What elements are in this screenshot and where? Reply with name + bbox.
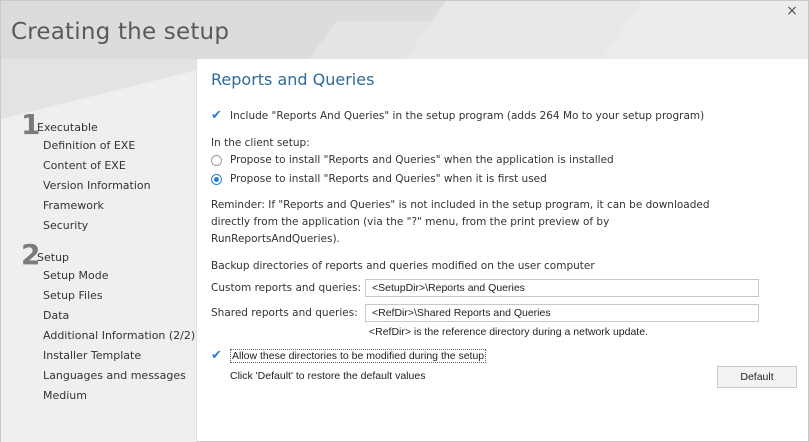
- install-on-first-use-radio[interactable]: [211, 174, 222, 185]
- sidebar-item-data[interactable]: Data: [43, 309, 69, 322]
- include-reports-label: Include "Reports And Queries" in the set…: [230, 110, 705, 122]
- sidebar-item-setup-mode[interactable]: Setup Mode: [43, 269, 108, 282]
- sidebar-item-content-of-exe[interactable]: Content of EXE: [43, 159, 126, 172]
- include-reports-checkbox[interactable]: ✔: [211, 109, 223, 122]
- custom-reports-field[interactable]: <SetupDir>\Reports and Queries: [365, 279, 759, 297]
- step-label-executable: Executable: [37, 121, 98, 134]
- allow-modify-checkbox[interactable]: ✔: [211, 349, 223, 362]
- page-title: Reports and Queries: [211, 70, 375, 89]
- sidebar-item-framework[interactable]: Framework: [43, 199, 104, 212]
- install-on-first-use-label: Propose to install "Reports and Queries"…: [230, 173, 547, 185]
- sidebar-item-languages-and-messages[interactable]: Languages and messages: [43, 369, 186, 382]
- setup-window: Creating the setup × 1 Executable Defini…: [0, 0, 809, 442]
- custom-reports-label: Custom reports and queries:: [211, 282, 362, 294]
- step-label-setup: Setup: [37, 251, 70, 264]
- default-hint: Click 'Default' to restore the default v…: [230, 370, 426, 382]
- sidebar-item-definition-of-exe[interactable]: Definition of EXE: [43, 139, 135, 152]
- install-on-setup-radio[interactable]: [211, 155, 222, 166]
- reminder-text: directly from the application (via the "…: [211, 216, 610, 228]
- refdir-note: <RefDir> is the reference directory duri…: [369, 326, 648, 338]
- sidebar-item-version-information[interactable]: Version Information: [43, 179, 151, 192]
- reminder-text: Reminder: If "Reports and Queries" is no…: [211, 199, 710, 211]
- sidebar-item-medium[interactable]: Medium: [43, 389, 87, 402]
- backup-label: Backup directories of reports and querie…: [211, 260, 595, 272]
- client-setup-label: In the client setup:: [211, 137, 310, 149]
- install-on-setup-label: Propose to install "Reports and Queries"…: [230, 154, 614, 166]
- allow-modify-label[interactable]: Allow these directories to be modified d…: [230, 349, 487, 363]
- default-button[interactable]: Default: [717, 366, 797, 388]
- sidebar-item-security[interactable]: Security: [43, 219, 88, 232]
- sidebar-item-installer-template[interactable]: Installer Template: [43, 349, 141, 362]
- sidebar: 1 Executable Definition of EXE Content o…: [1, 59, 197, 442]
- window-title: Creating the setup: [11, 19, 230, 45]
- window-header: Creating the setup ×: [1, 1, 808, 59]
- sidebar-item-additional-information[interactable]: Additional Information (2/2): [43, 329, 195, 342]
- close-icon[interactable]: ×: [784, 3, 800, 19]
- main-panel: Reports and Queries ✔ Include "Reports A…: [197, 59, 809, 442]
- sidebar-item-setup-files[interactable]: Setup Files: [43, 289, 103, 302]
- shared-reports-field[interactable]: <RefDir>\Shared Reports and Queries: [365, 304, 759, 322]
- shared-reports-label: Shared reports and queries:: [211, 307, 358, 319]
- reminder-text: RunReportsAndQueries).: [211, 233, 340, 245]
